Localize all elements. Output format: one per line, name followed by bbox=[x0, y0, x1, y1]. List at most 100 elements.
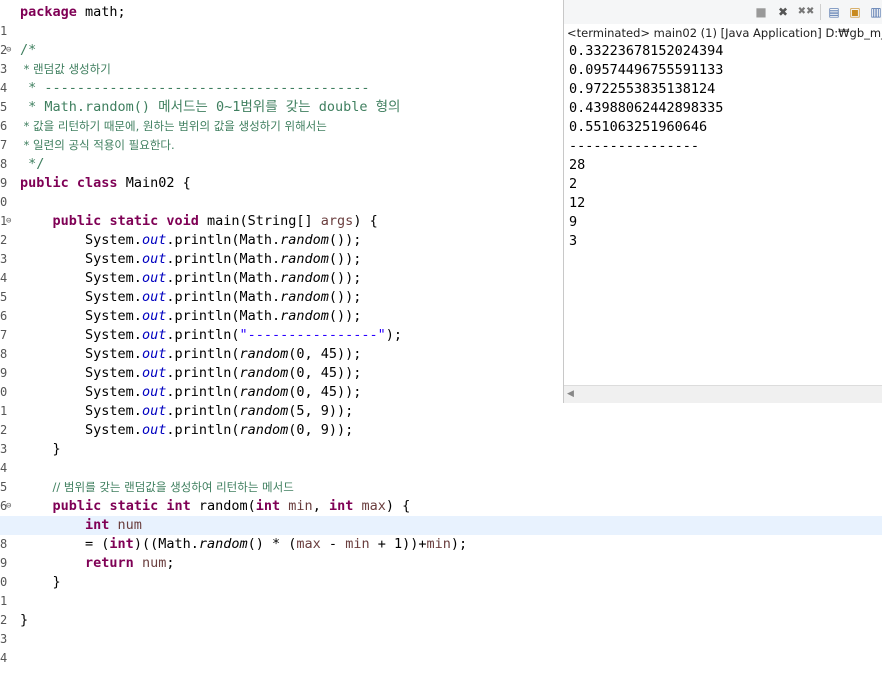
scroll-left-arrow-icon[interactable]: ◀ bbox=[567, 388, 579, 400]
console-output[interactable]: 0.33223678152024394 0.09574496755591133 … bbox=[569, 42, 723, 251]
code-text: ()); bbox=[328, 308, 362, 324]
static-method: random bbox=[239, 403, 289, 419]
remove-launch-icon[interactable]: ✖ bbox=[776, 5, 790, 19]
scroll-lock-icon[interactable]: ▣ bbox=[848, 5, 862, 19]
code-text: .println( bbox=[166, 384, 240, 400]
static-method: random bbox=[198, 536, 248, 552]
keyword: class bbox=[76, 175, 118, 191]
parameter-name: min bbox=[280, 498, 313, 514]
code-text: System. bbox=[85, 270, 142, 286]
static-field: out bbox=[141, 251, 167, 267]
static-field: out bbox=[141, 289, 167, 305]
static-field: out bbox=[141, 327, 167, 343]
static-field: out bbox=[141, 232, 167, 248]
code-text: System. bbox=[85, 422, 142, 438]
horizontal-scrollbar[interactable]: ◀ bbox=[564, 385, 882, 403]
keyword: public bbox=[20, 175, 69, 191]
code-line-26[interactable]: 6 // 범위를 갖는 랜덤값을 생성하여 리턴하는 메서드 bbox=[0, 478, 882, 513]
keyword: int bbox=[255, 498, 281, 514]
code-text: } bbox=[20, 612, 29, 628]
code-text: Main02 { bbox=[117, 175, 191, 191]
console-output-line: 9 bbox=[569, 214, 578, 230]
console-output-line: 0.9722553835138124 bbox=[569, 81, 716, 97]
string-literal: "----------------" bbox=[239, 327, 386, 343]
code-line-33[interactable]: 3 } bbox=[0, 611, 882, 646]
static-field: out bbox=[141, 270, 167, 286]
code-text: ()); bbox=[328, 289, 362, 305]
code-text: (5, 9)); bbox=[288, 403, 354, 419]
remove-all-terminated-icon[interactable]: ✖✖ bbox=[796, 5, 816, 19]
fold-collapse-icon[interactable]: ⊖ bbox=[6, 497, 18, 516]
parameter-name: max bbox=[296, 536, 321, 552]
code-text: + 1))+ bbox=[369, 536, 427, 552]
keyword: static bbox=[109, 498, 159, 514]
code-text: System. bbox=[85, 232, 142, 248]
clear-console-icon[interactable]: ▤ bbox=[827, 5, 841, 19]
static-method: random bbox=[239, 384, 289, 400]
code-line-24[interactable]: 4 } bbox=[0, 440, 882, 475]
console-output-line: 2 bbox=[569, 176, 578, 192]
code-line-28-current[interactable]: 8 int num bbox=[0, 516, 882, 551]
code-text: () * ( bbox=[247, 536, 297, 552]
console-output-line: 12 bbox=[569, 195, 586, 211]
code-text: ); bbox=[385, 327, 403, 343]
console-output-line: 3 bbox=[569, 233, 578, 249]
static-field: out bbox=[141, 365, 167, 381]
fold-collapse-icon[interactable]: ⊖ bbox=[6, 41, 18, 60]
comment-text: * 값을 리턴하기 때문에, 원하는 범위의 값을 생성하기 위해서는 bbox=[20, 119, 327, 133]
code-line-25[interactable]: 5 bbox=[0, 459, 882, 494]
code-line-32[interactable]: 2 bbox=[0, 592, 882, 627]
static-method: random bbox=[239, 422, 289, 438]
code-text: math; bbox=[76, 4, 126, 20]
keyword: return bbox=[85, 555, 134, 571]
parameter-name: min bbox=[426, 536, 451, 552]
code-text: , bbox=[312, 498, 329, 514]
code-text: .println( bbox=[166, 403, 240, 419]
static-field: out bbox=[141, 308, 167, 324]
variable-name: num bbox=[133, 555, 167, 571]
code-text: .println(Math. bbox=[166, 270, 281, 286]
code-line-23[interactable]: 3 System.out.println(random(0, 9)); bbox=[0, 421, 882, 456]
comment-text: * Math.random() 메서드는 0~1범위를 갖는 double 형의 bbox=[20, 99, 401, 115]
pin-console-icon[interactable]: ▥ bbox=[869, 5, 882, 19]
code-text: random( bbox=[190, 498, 256, 514]
code-text: ()); bbox=[328, 232, 362, 248]
keyword: int bbox=[328, 498, 354, 514]
comment-text: */ bbox=[20, 156, 45, 172]
code-text: } bbox=[52, 574, 61, 590]
code-text: .println(Math. bbox=[166, 308, 281, 324]
code-text: .println(Math. bbox=[166, 232, 281, 248]
code-line-31[interactable]: 1 } bbox=[0, 573, 882, 608]
code-text: .println( bbox=[166, 365, 240, 381]
console-toolbar: ■ ✖ ✖✖ ▤ ▣ ▥ bbox=[564, 0, 882, 24]
code-line-27[interactable]: 7 ⊖ public static int random(int min, in… bbox=[0, 497, 882, 532]
console-output-line: 0.09574496755591133 bbox=[569, 62, 724, 78]
console-output-line: 0.551063251960646 bbox=[569, 119, 708, 135]
static-method: random bbox=[280, 270, 329, 286]
code-text: (0, 45)); bbox=[288, 384, 362, 400]
static-method: random bbox=[280, 289, 329, 305]
code-text: ; bbox=[166, 555, 175, 571]
code-line-30[interactable]: 0 return num; bbox=[0, 554, 882, 589]
parameter-name: args bbox=[320, 213, 354, 229]
console-view[interactable]: ■ ✖ ✖✖ ▤ ▣ ▥ <terminated> main02 (1) [Ja… bbox=[563, 0, 882, 403]
code-text: System. bbox=[85, 251, 142, 267]
console-output-line: 0.43988062442898335 bbox=[569, 100, 724, 116]
static-method: random bbox=[239, 346, 289, 362]
code-line-22[interactable]: 2 System.out.println(random(5, 9)); bbox=[0, 402, 882, 437]
static-method: random bbox=[280, 251, 329, 267]
keyword: public bbox=[52, 498, 102, 514]
console-output-line: 0.33223678152024394 bbox=[569, 43, 724, 59]
code-line-29[interactable]: 9 = (int)((Math.random() * (max - min + … bbox=[0, 535, 882, 570]
fold-collapse-icon[interactable]: ⊖ bbox=[6, 212, 18, 231]
parameter-name: min bbox=[345, 536, 370, 552]
comment-text: // 범위를 갖는 랜덤값을 생성하여 리턴하는 메서드 bbox=[52, 480, 294, 494]
code-text: ()); bbox=[328, 270, 362, 286]
code-text: (0, 45)); bbox=[288, 365, 362, 381]
code-line-34[interactable]: 4 bbox=[0, 630, 882, 665]
terminate-icon[interactable]: ■ bbox=[754, 5, 768, 19]
code-text: System. bbox=[85, 403, 142, 419]
code-text: .println(Math. bbox=[166, 251, 281, 267]
code-text: .println( bbox=[166, 327, 240, 343]
keyword: static bbox=[109, 213, 159, 229]
